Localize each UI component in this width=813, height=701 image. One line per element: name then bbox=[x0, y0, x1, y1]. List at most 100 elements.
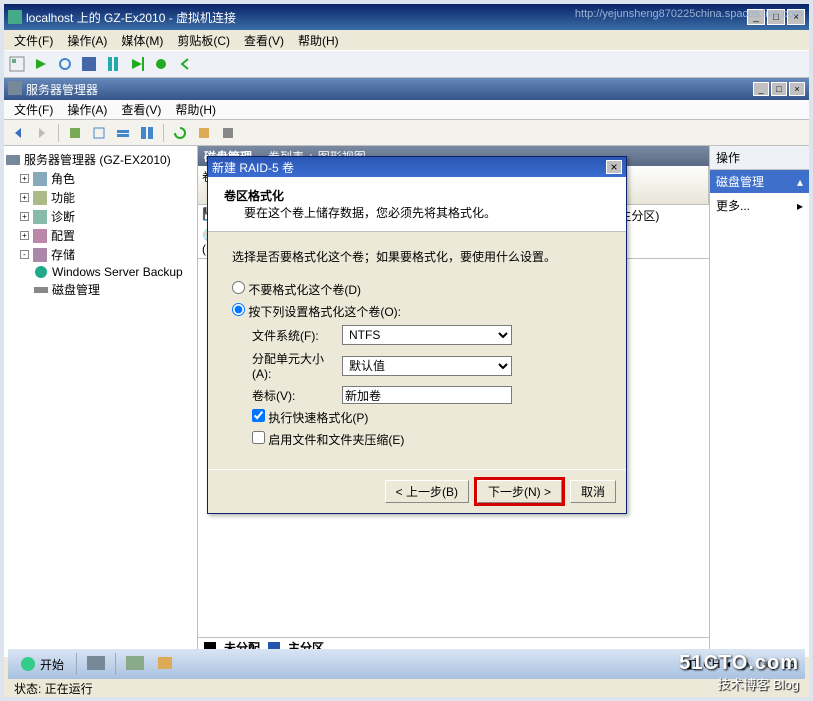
tray-time[interactable]: 15 bbox=[782, 657, 795, 671]
back-icon[interactable] bbox=[8, 123, 28, 143]
disk-icon bbox=[34, 283, 48, 297]
taskbar-item-3[interactable] bbox=[150, 652, 180, 677]
au-label: 分配单元大小(A): bbox=[232, 350, 342, 381]
tool-icon-3[interactable] bbox=[113, 123, 133, 143]
tool-icon-1[interactable] bbox=[65, 123, 85, 143]
windows-icon bbox=[20, 656, 36, 672]
tree-storage[interactable]: - 存储 bbox=[6, 245, 195, 264]
quick-format-checkbox[interactable]: 执行快速格式化(P) bbox=[252, 409, 368, 426]
taskbar-item-1[interactable] bbox=[81, 652, 111, 677]
close-button[interactable]: × bbox=[787, 9, 805, 25]
tree-roles[interactable]: +角色 bbox=[6, 169, 195, 188]
fs-select[interactable]: NTFS bbox=[342, 325, 512, 345]
tree-wsb[interactable]: Windows Server Backup bbox=[6, 264, 195, 280]
sm-close[interactable]: × bbox=[789, 82, 805, 96]
radio-label: 按下列设置格式化这个卷(O): bbox=[248, 305, 401, 319]
wizard-titlebar: 新建 RAID-5 卷 × bbox=[208, 157, 626, 177]
expand-icon[interactable]: + bbox=[20, 212, 29, 221]
reset-icon[interactable] bbox=[128, 55, 146, 73]
sm-menu-file[interactable]: 文件(F) bbox=[8, 99, 59, 120]
ctrl-alt-del-icon[interactable] bbox=[8, 55, 26, 73]
vm-status-bar: 状态: 正在运行 bbox=[8, 679, 805, 697]
tree-diag[interactable]: + 诊断 bbox=[6, 207, 195, 226]
sm-titlebar: 服务器管理器 _ □ × bbox=[4, 78, 809, 100]
wizard-subheading: 要在这个卷上储存数据，您必须先将其格式化。 bbox=[224, 206, 496, 220]
sm-toolbar bbox=[4, 120, 809, 146]
tree-item-label: 功能 bbox=[51, 189, 75, 206]
shutdown-icon[interactable] bbox=[56, 55, 74, 73]
compression-checkbox[interactable]: 启用文件和文件夹压缩(E) bbox=[252, 431, 404, 448]
tool-icon-5[interactable] bbox=[194, 123, 214, 143]
next-button[interactable]: 下一步(N) > bbox=[477, 480, 562, 503]
watermark-sub: 技术博客 Blog bbox=[717, 674, 799, 693]
actions-title: 操作 bbox=[710, 146, 809, 170]
pause-icon[interactable] bbox=[104, 55, 122, 73]
tray-icon[interactable]: ◐ bbox=[726, 657, 733, 671]
sm-minimize[interactable]: _ bbox=[753, 82, 769, 96]
au-select[interactable]: 默认值 bbox=[342, 356, 512, 376]
cancel-button[interactable]: 取消 bbox=[570, 480, 616, 503]
refresh-icon[interactable] bbox=[170, 123, 190, 143]
tree-root[interactable]: 服务器管理器 (GZ-EX2010) bbox=[6, 150, 195, 169]
raid5-wizard: 新建 RAID-5 卷 × 卷区格式化 要在这个卷上储存数据，您必须先将其格式化… bbox=[207, 156, 627, 514]
diag-icon bbox=[33, 210, 47, 224]
minimize-button[interactable]: _ bbox=[747, 9, 765, 25]
tray-icon[interactable]: ◧ bbox=[686, 657, 697, 671]
tree-features[interactable]: + 功能 bbox=[6, 188, 195, 207]
sm-menu-help[interactable]: 帮助(H) bbox=[169, 99, 222, 120]
forward-icon[interactable] bbox=[32, 123, 52, 143]
chevron-right-icon: ▸ bbox=[797, 199, 803, 213]
sm-menu-action[interactable]: 操作(A) bbox=[61, 99, 113, 120]
wizard-prompt: 选择是否要格式化这个卷；如果要格式化，要使用什么设置。 bbox=[232, 248, 602, 265]
back-button[interactable]: < 上一步(B) bbox=[385, 480, 469, 503]
revert-icon[interactable] bbox=[176, 55, 194, 73]
nav-tree: 服务器管理器 (GZ-EX2010) +角色 + 功能 + 诊断 +配置 - 存储 W… bbox=[4, 146, 198, 657]
roles-icon bbox=[33, 172, 47, 186]
wizard-close-button[interactable]: × bbox=[606, 160, 622, 174]
tree-item-label: 诊断 bbox=[51, 208, 75, 225]
taskbar-item-2[interactable] bbox=[120, 652, 150, 677]
checkbox-label: 执行快速格式化(P) bbox=[268, 411, 368, 425]
volume-label-input[interactable] bbox=[342, 386, 512, 404]
vm-menu-media[interactable]: 媒体(M) bbox=[115, 30, 169, 51]
radio-label: 不要格式化这个卷(D) bbox=[248, 283, 361, 297]
checkbox-label: 启用文件和文件夹压缩(E) bbox=[268, 433, 404, 447]
sm-menu-view[interactable]: 查看(V) bbox=[115, 99, 167, 120]
fs-label: 文件系统(F): bbox=[232, 327, 342, 344]
tree-config[interactable]: +配置 bbox=[6, 226, 195, 245]
vm-menu-file[interactable]: 文件(F) bbox=[8, 30, 59, 51]
tree-item-label: 存储 bbox=[51, 246, 75, 263]
lang-indicator[interactable]: CH bbox=[703, 657, 720, 671]
backup-icon bbox=[34, 265, 48, 279]
radio-format[interactable]: 按下列设置格式化这个卷(O): bbox=[232, 303, 401, 320]
snapshot-icon[interactable] bbox=[152, 55, 170, 73]
tool-icon-4[interactable] bbox=[137, 123, 157, 143]
actions-more[interactable]: 更多... ▸ bbox=[710, 193, 809, 218]
actions-selected[interactable]: 磁盘管理 ▴ bbox=[710, 170, 809, 193]
tray-icon[interactable]: 🔊 bbox=[740, 657, 755, 671]
wizard-body: 选择是否要格式化这个卷；如果要格式化，要使用什么设置。 不要格式化这个卷(D) … bbox=[208, 232, 626, 469]
sm-title: 服务器管理器 bbox=[26, 81, 98, 98]
vm-menu-action[interactable]: 操作(A) bbox=[61, 30, 113, 51]
start-button[interactable]: 开始 bbox=[12, 654, 72, 675]
maximize-button[interactable]: □ bbox=[767, 9, 785, 25]
tool-icon-6[interactable] bbox=[218, 123, 238, 143]
radio-no-format[interactable]: 不要格式化这个卷(D) bbox=[232, 281, 361, 298]
collapse-icon[interactable]: - bbox=[20, 250, 29, 259]
vm-menu-view[interactable]: 查看(V) bbox=[238, 30, 290, 51]
tree-diskmgmt[interactable]: 磁盘管理 bbox=[6, 280, 195, 299]
expand-icon[interactable]: + bbox=[20, 231, 29, 240]
vm-menu-help[interactable]: 帮助(H) bbox=[292, 30, 345, 51]
actions-pane: 操作 磁盘管理 ▴ 更多... ▸ bbox=[709, 146, 809, 657]
save-icon[interactable] bbox=[80, 55, 98, 73]
expand-icon[interactable]: + bbox=[20, 174, 29, 183]
tray-icon[interactable]: 🔌 bbox=[761, 657, 776, 671]
expand-icon[interactable]: + bbox=[20, 193, 29, 202]
tool-icon-2[interactable] bbox=[89, 123, 109, 143]
vm-status-text: 状态: 正在运行 bbox=[14, 680, 93, 697]
actions-more-label: 更多... bbox=[716, 197, 750, 214]
wizard-header: 卷区格式化 要在这个卷上储存数据，您必须先将其格式化。 bbox=[208, 177, 626, 232]
vm-menu-clipboard[interactable]: 剪贴板(C) bbox=[171, 30, 236, 51]
sm-maximize[interactable]: □ bbox=[771, 82, 787, 96]
start-icon[interactable] bbox=[32, 55, 50, 73]
